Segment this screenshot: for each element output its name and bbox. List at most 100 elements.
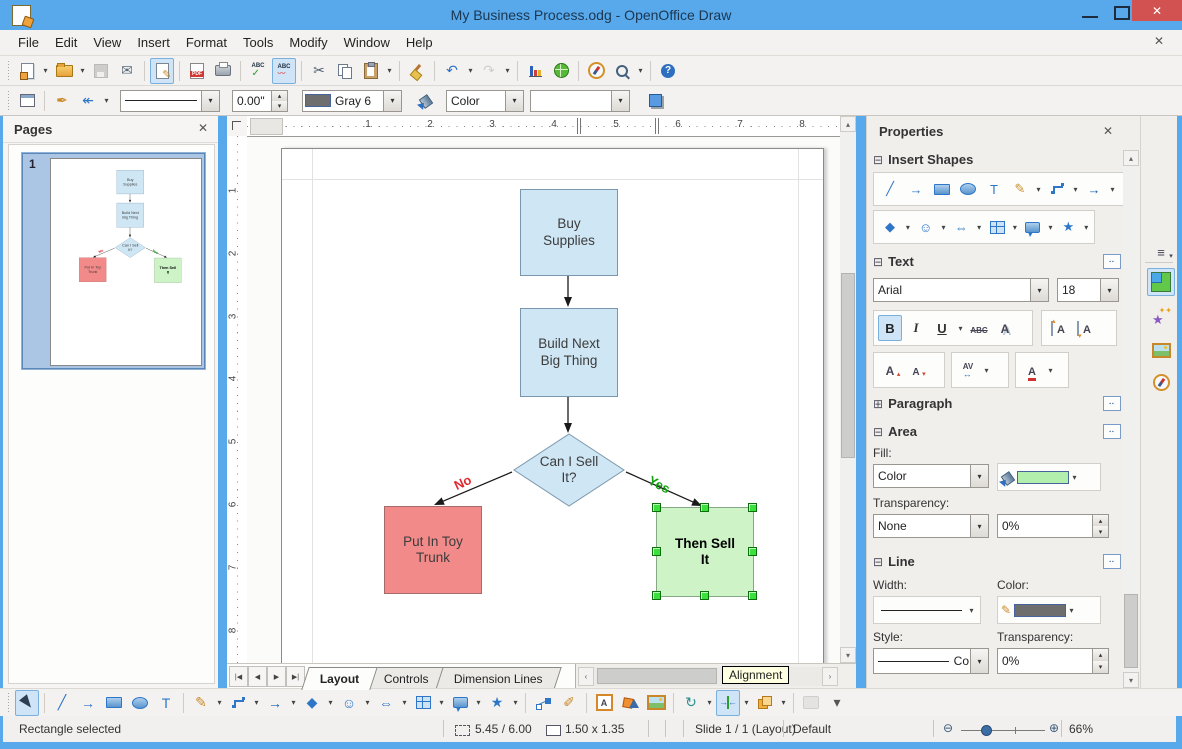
insert-basic-shapes-icon[interactable]: ◆ xyxy=(878,214,902,240)
scroll-left-icon[interactable]: ‹ xyxy=(578,667,594,686)
tab-dimension-lines[interactable]: Dimension Lines xyxy=(435,667,562,690)
arrow-style-icon[interactable]: ↞ xyxy=(76,88,100,114)
menu-format[interactable]: Format xyxy=(178,32,235,53)
copy-icon[interactable] xyxy=(333,58,357,84)
flowchart-decision-can-i-sell-it[interactable]: Can I Sell It? xyxy=(115,238,145,258)
insert-freeform-icon-dropdown[interactable] xyxy=(1033,178,1044,200)
toolbar-grip[interactable] xyxy=(7,692,10,713)
export-pdf-icon[interactable] xyxy=(185,58,209,84)
character-spacing-icon-dropdown[interactable] xyxy=(981,359,992,381)
flowchart-step-then-sell-it[interactable]: Then Sell It xyxy=(656,507,754,597)
transparency-down-icon[interactable] xyxy=(1093,526,1108,537)
block-arrows-icon[interactable]: ⇔ xyxy=(374,690,398,716)
select-icon[interactable] xyxy=(15,689,39,716)
page-style[interactable]: Default xyxy=(793,722,831,736)
insert-block-arrow-icon-dropdown[interactable] xyxy=(1107,178,1118,200)
flowchart-step-put-in-toy-trunk[interactable]: Put In Toy Trunk xyxy=(79,257,107,282)
print-icon[interactable] xyxy=(211,58,235,84)
insert-block-arrows-icon[interactable]: ⇔ xyxy=(949,214,973,240)
first-page-icon[interactable]: |◀ xyxy=(229,666,248,687)
scroll-down-icon[interactable]: ▾ xyxy=(840,647,856,663)
next-page-icon[interactable]: ▶ xyxy=(267,666,286,687)
character-spacing-icon[interactable] xyxy=(956,357,980,383)
sidebar-settings-icon[interactable] xyxy=(1147,238,1175,266)
redo-icon-dropdown[interactable] xyxy=(502,60,513,82)
insert-callout-icon[interactable] xyxy=(1021,214,1045,240)
line-dialog-launcher-icon[interactable] xyxy=(1103,554,1121,569)
format-paintbrush-icon[interactable] xyxy=(405,58,429,84)
pages-panel-close-icon[interactable]: ✕ xyxy=(198,121,208,135)
freeform-line-icon[interactable]: ✎ xyxy=(189,690,213,716)
drawing-page[interactable]: Buy Supplies Build Next Big Thing Can I Se… xyxy=(281,148,824,664)
edit-file-icon[interactable] xyxy=(150,57,174,84)
symbol-shapes-icon[interactable]: ☺ xyxy=(337,690,361,716)
bold-button[interactable]: B xyxy=(878,315,902,341)
branch-label-yes[interactable]: Yes xyxy=(646,473,673,497)
font-size-select[interactable]: 18 xyxy=(1057,278,1119,302)
connector-icon[interactable] xyxy=(226,690,250,716)
flowchart-icon[interactable] xyxy=(411,690,435,716)
insert-stars-icon-dropdown[interactable] xyxy=(1081,216,1091,238)
branch-label-yes[interactable]: Yes xyxy=(151,248,158,255)
area-fill-type-dropdown[interactable] xyxy=(970,465,988,487)
open-icon-dropdown[interactable] xyxy=(77,60,88,82)
line-color-select[interactable]: Gray 6 xyxy=(302,89,402,112)
line-width-button[interactable] xyxy=(873,596,981,624)
rotate-icon[interactable]: ↻ xyxy=(679,690,703,716)
properties-close-icon[interactable]: ✕ xyxy=(1103,124,1113,138)
zoom-in-icon[interactable]: ⊕ xyxy=(1049,721,1059,735)
menu-insert[interactable]: Insert xyxy=(129,32,178,53)
line-style-select2[interactable]: Co xyxy=(873,648,989,674)
selection-handle[interactable] xyxy=(652,591,661,600)
properties-scroll-down-icon[interactable]: ▾ xyxy=(1123,672,1139,688)
flowchart-step-put-in-toy-trunk[interactable]: Put In Toy Trunk xyxy=(384,506,482,594)
gallery-tab-icon[interactable] xyxy=(1147,304,1175,332)
flowchart-icon-dropdown[interactable] xyxy=(436,692,447,714)
insert-symbol-shapes-icon[interactable]: ☺ xyxy=(914,214,938,240)
arrow-icon[interactable]: → xyxy=(76,690,100,716)
insert-line-icon[interactable]: ╱ xyxy=(878,176,902,202)
insert-arrow-icon[interactable]: → xyxy=(904,176,928,202)
toolbar-grip[interactable] xyxy=(7,60,10,81)
insert-rectangle-icon[interactable] xyxy=(930,176,954,202)
basic-shapes-icon-dropdown[interactable] xyxy=(325,692,336,714)
horizontal-ruler[interactable]: 1 2 3 4 5 6 7 8 xyxy=(247,116,840,137)
section-area[interactable]: Area xyxy=(873,424,917,439)
area-fill-color-dropdown[interactable] xyxy=(1069,466,1080,488)
vertical-scrollbar[interactable]: ▴ ▾ xyxy=(840,116,856,663)
block-arrows-icon-dropdown[interactable] xyxy=(399,692,410,714)
font-name-dropdown[interactable] xyxy=(1030,279,1048,301)
line-transparency-down-icon[interactable] xyxy=(1093,661,1108,673)
width-down-icon[interactable] xyxy=(272,100,287,111)
spellcheck-icon[interactable] xyxy=(246,58,270,84)
scroll-right-icon[interactable]: › xyxy=(822,667,838,686)
paste-icon-dropdown[interactable] xyxy=(384,60,395,82)
block-arrow-icon-dropdown[interactable] xyxy=(288,692,299,714)
line-color-button[interactable]: ✎ xyxy=(997,596,1101,624)
arrange-icon-dropdown[interactable] xyxy=(778,692,789,714)
selection-handle[interactable] xyxy=(748,547,757,556)
new-document-icon[interactable] xyxy=(15,58,39,84)
zoom-slider[interactable] xyxy=(961,727,1045,734)
toolbar-overflow-icon[interactable]: ▾ xyxy=(825,690,849,716)
page-thumbnail[interactable]: 1 Buy Supplies Build Next Big Thing Can I … xyxy=(22,153,205,369)
branch-label-no[interactable]: No xyxy=(98,248,104,254)
close-button[interactable]: ✕ xyxy=(1132,0,1182,21)
strikethrough-button[interactable] xyxy=(967,315,991,341)
hyperlink-icon[interactable] xyxy=(549,58,573,84)
menu-edit[interactable]: Edit xyxy=(47,32,85,53)
line-width-spinner[interactable]: 0.00" xyxy=(232,89,288,112)
insert-flowchart-icon-dropdown[interactable] xyxy=(1010,216,1020,238)
paragraph-dialog-launcher-icon[interactable] xyxy=(1103,396,1121,411)
undo-icon[interactable]: ↶ xyxy=(440,58,464,84)
line-style-dropdown[interactable] xyxy=(201,90,219,111)
new-document-icon-dropdown[interactable] xyxy=(40,60,51,82)
insert-picture-icon[interactable] xyxy=(644,690,668,716)
insert-text-icon[interactable]: T xyxy=(982,176,1006,202)
alignment-icon[interactable] xyxy=(716,689,740,716)
fill-color-select[interactable] xyxy=(530,89,630,112)
insert-connector-icon-dropdown[interactable] xyxy=(1070,178,1081,200)
zoom-out-icon[interactable]: ⊖ xyxy=(943,721,953,735)
menu-modify[interactable]: Modify xyxy=(281,32,335,53)
insert-symbol-shapes-icon-dropdown[interactable] xyxy=(939,216,949,238)
